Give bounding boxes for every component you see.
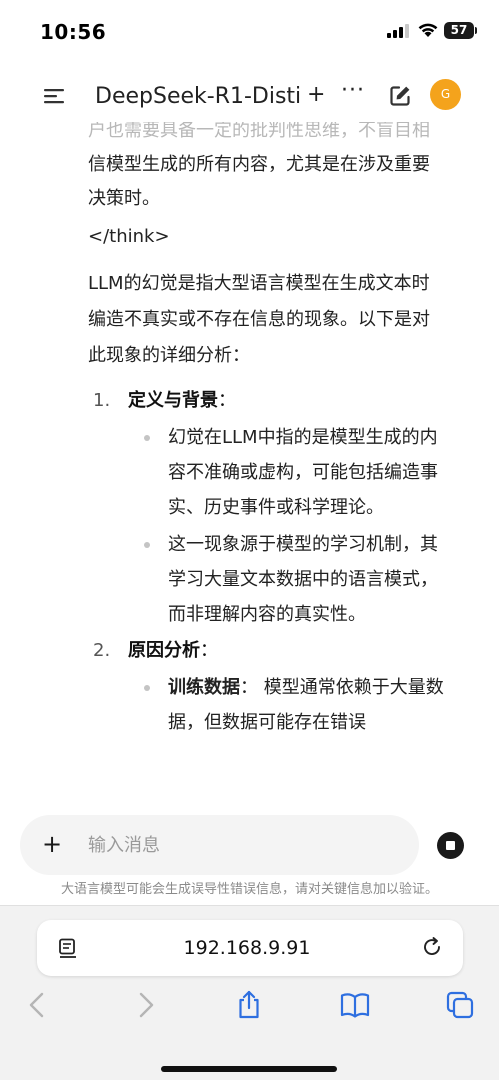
intro-line: LLM的幻觉是指大型语言模型在生成文本时 <box>88 273 430 294</box>
bookmarks-icon[interactable] <box>339 989 371 1021</box>
bullet-line: 这一现象源于模型的学习机制，其 <box>168 534 438 555</box>
section-title: 定义与背景 <box>128 390 218 411</box>
more-options-icon[interactable]: ··· <box>341 76 365 106</box>
disclaimer-text: 大语言模型可能会生成误导性错误信息，请对关键信息加以验证。 <box>60 882 438 897</box>
url-text[interactable]: 192.168.9.91 <box>117 934 377 962</box>
list-number: 2. <box>93 640 111 661</box>
section-title: 原因分析 <box>128 640 200 661</box>
bullet-bold-term: 训练数据 <box>168 677 240 698</box>
bullet-dot <box>144 685 150 691</box>
bullet-line: 学习大量文本数据中的语言模式， <box>168 569 438 590</box>
browser-toolbar: 192.168.9.91 <box>0 905 499 1080</box>
reload-icon[interactable] <box>421 936 443 958</box>
bullet-line-rest: ： 模型通常依赖于大量数 <box>240 677 444 698</box>
bullet-dot <box>144 435 150 441</box>
bullet-line: 容不准确或虚构，可能包括编造事 <box>168 462 438 483</box>
tabs-icon[interactable] <box>444 989 476 1021</box>
bullet-line: 幻觉在LLM中指的是模型生成的内 <box>168 427 438 448</box>
share-icon[interactable] <box>233 989 265 1021</box>
status-time: 10:56 <box>40 20 107 44</box>
cellular-signal-icon <box>387 24 409 38</box>
chat-message: 户也需要具备一定的批判性思维，不盲目相 信模型生成的所有内容，尤其是在涉及重要 … <box>0 110 499 800</box>
menu-icon[interactable] <box>42 86 66 106</box>
message-line: 决策时。 <box>88 188 160 209</box>
attach-plus-icon[interactable]: + <box>42 829 62 859</box>
wifi-icon <box>418 23 438 37</box>
stop-generation-button[interactable] <box>437 832 464 859</box>
bullet-line: 据，但数据可能存在错误 <box>168 712 366 733</box>
intro-line: 此现象的详细分析： <box>88 345 250 366</box>
message-composer: + <box>20 815 419 875</box>
reader-mode-icon[interactable] <box>57 937 79 959</box>
list-number: 1. <box>93 390 111 411</box>
forward-arrow-icon[interactable] <box>129 989 161 1021</box>
bullet-line: 实、历史事件或科学理论。 <box>168 497 384 518</box>
back-arrow-icon[interactable] <box>22 989 54 1021</box>
home-indicator <box>161 1066 337 1072</box>
bullet-line: 而非理解内容的真实性。 <box>168 604 366 625</box>
message-input[interactable] <box>88 827 388 863</box>
bullet-line: 训练数据： 模型通常依赖于大量数 <box>168 670 473 705</box>
think-close-tag: </think> <box>88 226 170 247</box>
user-avatar[interactable]: G <box>430 79 461 110</box>
address-bar[interactable]: 192.168.9.91 <box>37 920 463 976</box>
section-colon: ： <box>200 640 218 661</box>
status-bar: 10:56 57 <box>0 0 499 62</box>
new-chat-plus-icon[interactable]: + <box>307 80 325 110</box>
bullet-dot <box>144 542 150 548</box>
app-header: DeepSeek-R1-Distil + ··· G <box>0 72 499 122</box>
section-colon: ： <box>218 390 236 411</box>
message-line: 信模型生成的所有内容，尤其是在涉及重要 <box>88 154 430 175</box>
section-heading: 原因分析： <box>128 634 218 668</box>
intro-line: 编造不真实或不存在信息的现象。以下是对 <box>88 309 430 330</box>
model-title[interactable]: DeepSeek-R1-Distil <box>95 82 300 112</box>
battery-icon: 57 <box>444 22 477 39</box>
edit-icon[interactable] <box>388 84 412 108</box>
section-heading: 定义与背景： <box>128 384 236 418</box>
